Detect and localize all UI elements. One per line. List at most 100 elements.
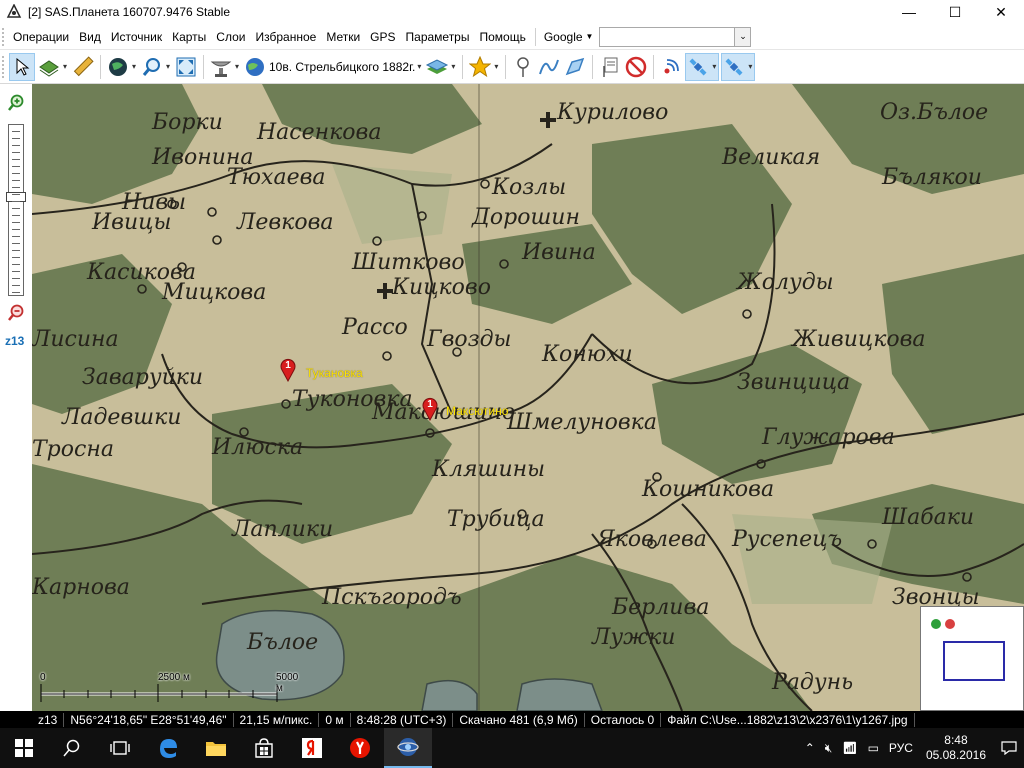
input-language[interactable]: РУС (884, 741, 918, 755)
title-bar: [2] SAS.Планета 160707.9476 Stable — ☐ ✕ (0, 0, 1024, 24)
add-placemark-button[interactable] (511, 53, 535, 81)
zoom-slider-tick (12, 159, 20, 160)
clock-date: 05.08.2016 (925, 748, 986, 762)
zoom-tool-button[interactable]: ▾ (140, 53, 172, 81)
edge-taskbar-button[interactable] (144, 728, 192, 768)
fullscreen-icon (176, 57, 196, 76)
menu-marks[interactable]: Метки (321, 24, 365, 50)
taskbar-clock[interactable]: 8:48 05.08.2016 (918, 733, 994, 763)
start-button[interactable] (0, 728, 48, 768)
action-center-button[interactable] (994, 728, 1024, 768)
satellite-dish-button[interactable]: ▾ (209, 53, 241, 81)
menu-layers[interactable]: Слои (211, 24, 250, 50)
toolbar-grip[interactable] (2, 55, 8, 78)
move-tool-button[interactable] (9, 52, 35, 81)
map-canvas: Борки Насенкова Курилово Оз.Бълое Ивонин… (32, 84, 1024, 711)
add-polygon-button[interactable] (563, 53, 587, 81)
layers-icon (426, 58, 449, 74)
dropdown-arrow-icon: ▼ (585, 32, 594, 41)
placemark-label[interactable]: Тукановка (306, 366, 363, 380)
scale-end-label: 5000 м (276, 672, 299, 694)
menu-favorites[interactable]: Избранное (250, 24, 321, 50)
sas-planet-taskbar-button[interactable] (384, 728, 432, 768)
search-provider-label: Google (543, 29, 583, 44)
menu-view[interactable]: Вид (74, 24, 106, 50)
gps-connect-button[interactable] (659, 53, 683, 81)
ruler-tool-button[interactable] (71, 53, 95, 81)
fullscreen-button[interactable] (174, 53, 198, 81)
globe-dark-icon (109, 57, 127, 76)
map-label: Заваруйки (82, 365, 203, 390)
current-map-selector[interactable]: 10в. Стрельбицкого 1882г. ▾ (243, 53, 423, 81)
menu-gps[interactable]: GPS (365, 24, 400, 50)
status-time: 8:48:28 (UTC+3) (351, 712, 454, 727)
star-icon (469, 55, 492, 77)
minimap[interactable] (920, 606, 1024, 711)
map-view[interactable]: Борки Насенкова Курилово Оз.Бълое Ивонин… (32, 84, 1024, 711)
zoom-slider[interactable] (6, 124, 26, 296)
toolbar-separator (462, 54, 464, 79)
volume-muted-icon[interactable]: 🔇︎ (820, 741, 838, 756)
current-map-name: 10в. Стрельбицкого 1882г. (269, 59, 416, 74)
close-button[interactable]: ✕ (978, 0, 1024, 24)
status-coordinates: N56°24'18,65" E28°51'49,46" (64, 712, 234, 727)
map-label: Радунь (771, 670, 853, 695)
window-title: [2] SAS.Планета 160707.9476 Stable (28, 5, 231, 19)
store-taskbar-button[interactable] (240, 728, 288, 768)
action-center-icon (1001, 741, 1017, 755)
menu-maps[interactable]: Карты (167, 24, 211, 50)
gps-center-button[interactable]: ▾ (721, 52, 756, 81)
placemarks-manager-button[interactable] (598, 53, 622, 81)
zoom-slider-tick (12, 145, 20, 146)
zoom-slider-tick (12, 292, 20, 293)
map-label: Бълякои (881, 165, 982, 190)
menu-settings[interactable]: Параметры (401, 24, 475, 50)
edge-browser-icon (160, 739, 177, 758)
menu-help[interactable]: Помощь (474, 24, 530, 50)
yandex-taskbar-button[interactable] (288, 728, 336, 768)
yandex-browser-taskbar-button[interactable] (336, 728, 384, 768)
map-label: Шитково (351, 250, 465, 275)
select-area-tool-button[interactable]: ▾ (37, 53, 69, 81)
hide-placemarks-button[interactable] (624, 53, 648, 81)
minimap-viewport-box[interactable] (943, 641, 1005, 681)
minimap-zoom-in-button[interactable] (931, 619, 941, 629)
add-path-button[interactable] (537, 53, 561, 81)
windows-taskbar: ⌃ 🔇︎ 📶︎ ▭ РУС 8:48 05.08.2016 (0, 728, 1024, 768)
zoom-in-icon[interactable] (7, 94, 25, 112)
minimize-button[interactable]: — (886, 0, 932, 24)
path-icon (539, 59, 560, 74)
map-label: Курилово (556, 100, 668, 125)
chevron-up-icon[interactable]: ⌃ (800, 741, 820, 755)
globe-icon (246, 57, 264, 76)
minimap-zoom-out-button[interactable] (945, 619, 955, 629)
placemark-label[interactable]: Максютино (446, 404, 508, 418)
file-explorer-taskbar-button[interactable] (192, 728, 240, 768)
search-taskbar-button[interactable] (48, 728, 96, 768)
task-view-button[interactable] (96, 728, 144, 768)
map-type-button[interactable]: ▾ (106, 53, 138, 81)
polygon-icon (566, 57, 585, 75)
scale-bar: 0 2500 м 5000 м (40, 672, 298, 702)
menu-source[interactable]: Источник (106, 24, 167, 50)
map-label: Берлива (611, 595, 709, 620)
search-history-dropdown[interactable]: ⌄ (735, 26, 752, 47)
map-label: Живицкова (790, 327, 926, 352)
placemark-pin[interactable]: 1 (280, 358, 296, 382)
gps-track-button[interactable]: ▾ (685, 52, 720, 81)
notifications-icon[interactable]: ▭ (863, 741, 884, 755)
menu-operations[interactable]: Операции (8, 24, 74, 50)
menu-bar: Операции Вид Источник Карты Слои Избранн… (0, 24, 1024, 50)
statusbar-left-spacer (0, 711, 32, 728)
zoom-slider-tick (12, 271, 20, 272)
placemark-pin[interactable]: 1 (422, 397, 438, 421)
layers-button[interactable]: ▾ (425, 53, 457, 81)
maximize-button[interactable]: ☐ (932, 0, 978, 24)
map-label: Гвозды (426, 327, 511, 352)
network-icon[interactable]: 📶︎ (837, 741, 862, 755)
favorites-button[interactable]: ▾ (468, 53, 500, 81)
search-input[interactable] (599, 26, 736, 47)
dropdown-arrow-icon: ▾ (451, 62, 456, 71)
zoom-out-icon[interactable] (7, 304, 25, 322)
search-provider-dropdown[interactable]: Google ▼ (540, 30, 598, 44)
